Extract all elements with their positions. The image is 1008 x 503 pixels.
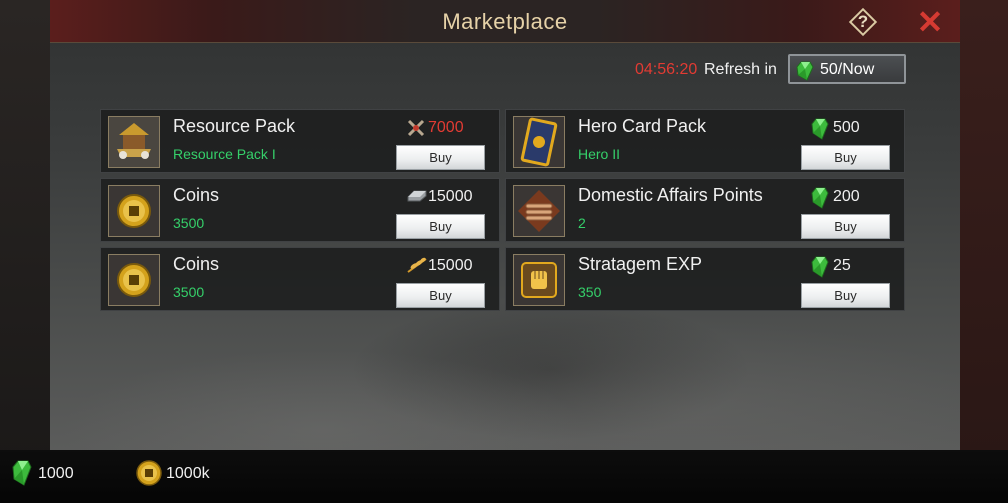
item-price-value: 15000 — [428, 188, 473, 205]
close-icon[interactable]: ✕ — [915, 6, 945, 38]
item-price: 25 — [806, 256, 901, 278]
refresh-now-button[interactable]: 50/Now — [788, 54, 906, 84]
item-price-value: 200 — [833, 188, 860, 205]
gem-icon — [811, 256, 829, 283]
fist-icon — [513, 254, 565, 306]
item-price: 15000 — [401, 256, 496, 276]
market-item: Domestic Affairs Points 2 200 Buy — [505, 178, 905, 242]
buy-button[interactable]: Buy — [396, 283, 485, 308]
pavilion-icon — [108, 116, 160, 168]
resource-bar: 1000 1000k — [0, 450, 1008, 503]
buy-button[interactable]: Buy — [396, 145, 485, 170]
item-subtitle: 3500 — [173, 215, 205, 231]
coin-balance-value: 1000k — [166, 465, 210, 482]
hero-card-icon — [513, 116, 565, 168]
market-item: Hero Card Pack Hero II 500 Buy — [505, 109, 905, 173]
bamboo-scroll-icon — [513, 185, 565, 237]
item-price: 200 — [806, 187, 901, 209]
market-item: Coins 3500 15000 Buy — [100, 247, 500, 311]
buy-button[interactable]: Buy — [396, 214, 485, 239]
item-subtitle: Hero II — [578, 146, 621, 162]
marketplace-dialog: Marketplace ? ✕ 04:56:20 Refresh in 50/N… — [50, 0, 960, 450]
gem-icon — [796, 61, 814, 81]
market-item: Resource Pack Resource Pack I 7000 Buy — [100, 109, 500, 173]
refresh-timer: 04:56:20 — [635, 61, 698, 78]
coin-icon — [108, 254, 160, 306]
item-subtitle: 2 — [578, 215, 586, 231]
refresh-row: 04:56:20 Refresh in 50/Now — [630, 54, 940, 84]
refresh-cost: 50/Now — [820, 61, 875, 78]
item-price: 7000 — [401, 118, 496, 138]
item-price-value: 25 — [833, 257, 851, 274]
item-name: Hero Card Pack — [578, 116, 707, 136]
buy-button[interactable]: Buy — [801, 214, 890, 239]
item-price: 500 — [806, 118, 901, 140]
gem-icon — [811, 118, 829, 145]
help-button[interactable]: ? — [848, 7, 878, 37]
market-item: Stratagem EXP 350 25 Buy — [505, 247, 905, 311]
item-price-value: 500 — [833, 119, 860, 136]
item-name: Coins — [173, 185, 220, 205]
market-item: Coins 3500 15000 Buy — [100, 178, 500, 242]
item-name: Resource Pack — [173, 116, 296, 136]
dialog-header: Marketplace ? ✕ — [50, 0, 960, 43]
gem-balance-value: 1000 — [38, 465, 74, 482]
buy-button[interactable]: Buy — [801, 283, 890, 308]
crossed-swords-icon — [406, 118, 426, 143]
coin-icon — [108, 185, 160, 237]
item-subtitle: Resource Pack I — [173, 146, 276, 162]
item-subtitle: 350 — [578, 284, 602, 300]
dialog-title: Marketplace — [442, 9, 568, 34]
coin-icon — [136, 460, 162, 486]
item-name: Stratagem EXP — [578, 254, 703, 274]
grain-icon — [406, 256, 428, 279]
refresh-label: Refresh in — [704, 61, 777, 78]
item-name: Domestic Affairs Points — [578, 185, 763, 205]
gem-icon — [12, 460, 32, 486]
item-price-value: 15000 — [428, 257, 473, 274]
buy-button[interactable]: Buy — [801, 145, 890, 170]
item-price: 15000 — [401, 187, 496, 207]
iron-ingot-icon — [406, 187, 428, 208]
item-subtitle: 3500 — [173, 284, 205, 300]
item-name: Coins — [173, 254, 220, 274]
gem-icon — [811, 187, 829, 214]
item-price-value: 7000 — [428, 119, 464, 136]
